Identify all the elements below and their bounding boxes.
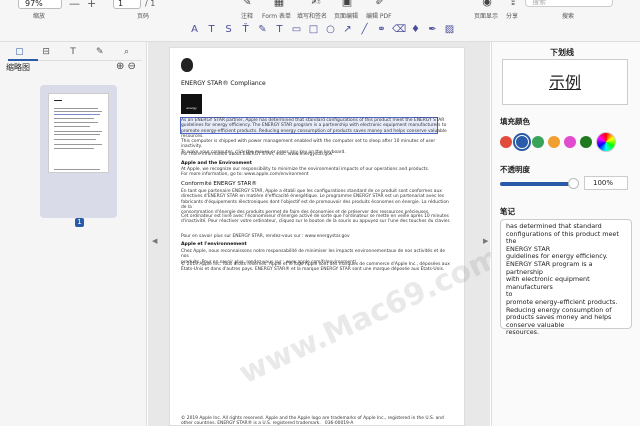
thumbnail-page xyxy=(48,93,109,173)
stamp-tool-icon[interactable]: ♦ xyxy=(409,23,422,36)
doc-paragraph-9: © 2019 Apple Inc. Tous droits réservés. … xyxy=(181,262,450,273)
zoom-select[interactable]: 97% xyxy=(18,0,62,9)
opacity-label: 不透明度 xyxy=(500,165,530,174)
notes-label: 笔记 xyxy=(500,207,515,216)
opacity-select[interactable]: 100% xyxy=(584,176,628,190)
doc-heading: ENERGY STAR® Compliance xyxy=(181,80,266,87)
energy-star-logo-icon: energy xyxy=(181,94,202,114)
style-preview: 示例 xyxy=(502,59,628,105)
collapse-left-icon[interactable]: ◀ xyxy=(152,237,157,245)
fill-sign-tab[interactable]: 填写和签名 xyxy=(297,11,327,20)
notes-textarea[interactable]: has determined that standard configurati… xyxy=(500,219,632,336)
form-icon[interactable]: ▦ xyxy=(272,0,286,8)
signature-tool-icon[interactable]: ✒ xyxy=(426,23,439,36)
color-swatch-darkgreen[interactable] xyxy=(580,136,592,148)
opacity-slider-handle[interactable] xyxy=(568,178,579,189)
doc-paragraph-6: Cet ordinateur est livré avec l'économis… xyxy=(181,214,451,225)
sidebar-tabs: ▢ ⊟ T ✎ ⌕ xyxy=(0,44,146,59)
form-tab[interactable]: Form 表单 xyxy=(262,11,291,20)
thumbnail-zoom-controls[interactable]: ⊕ ⊖ xyxy=(116,61,136,72)
panel-title: 下划线 xyxy=(550,48,574,57)
thumbnails-title: 缩略图 xyxy=(6,63,30,72)
doc-fr-env-heading: Apple et l'environnement xyxy=(181,242,247,247)
opacity-slider[interactable] xyxy=(500,182,576,186)
pen-tool-icon[interactable]: ✎ xyxy=(256,23,269,36)
strikethrough-tool-icon[interactable]: S xyxy=(222,23,235,36)
edit-pdf-tab[interactable]: 编辑 PDF xyxy=(366,11,392,20)
textbox-tool-icon[interactable]: T xyxy=(273,23,286,36)
line-tool-icon[interactable]: ╱ xyxy=(358,23,371,36)
zoom-out-button[interactable]: — xyxy=(69,0,80,10)
annotation-tools: A T S Ť ✎ T ▭ □ ○ ↗ ╱ ⚭ ⌫ ♦ ✒ ▨ xyxy=(188,23,456,38)
edit-page-icon[interactable]: ▣ xyxy=(340,0,354,8)
squiggly-tool-icon[interactable]: Ť xyxy=(239,23,252,36)
doc-paragraph-1: As an ENERGY STAR partner, Apple has det… xyxy=(181,118,447,139)
collapse-right-icon[interactable]: ▶ xyxy=(483,237,488,245)
share-tab[interactable]: 分享 xyxy=(506,11,518,20)
sidebar: ▢ ⊟ T ✎ ⌕ 缩略图 ⊕ ⊖ 1 xyxy=(0,42,147,426)
rectangle-tool-icon[interactable]: □ xyxy=(307,23,320,36)
annotate-icon[interactable]: ✎ xyxy=(240,0,254,8)
color-swatch-magenta[interactable] xyxy=(564,136,576,148)
doc-paragraph-7: Pour en savoir plus sur ENERGY STAR, ren… xyxy=(181,234,350,239)
thumbnail-tab-icon[interactable]: ▢ xyxy=(12,47,26,57)
doc-paragraph-4: At Apple, we recognize our responsibilit… xyxy=(181,167,430,178)
fill-sign-icon[interactable]: ✍ xyxy=(309,0,323,8)
bookmark-tab-icon[interactable]: ⊟ xyxy=(39,47,53,57)
page-input[interactable]: 1 xyxy=(113,0,141,9)
doc-env-heading: Apple and the Environment xyxy=(181,161,252,166)
comment-tool-icon[interactable]: ▭ xyxy=(290,23,303,36)
doc-paragraph-3: For more information about ENERGY STAR, … xyxy=(181,152,333,157)
search-input[interactable]: 搜索 xyxy=(525,0,613,7)
annotation-list-tab-icon[interactable]: ✎ xyxy=(93,47,107,57)
page-display-tab[interactable]: 页面显示 xyxy=(474,11,498,20)
color-swatch-orange[interactable] xyxy=(548,136,560,148)
zoom-controls: — + xyxy=(69,0,96,10)
arrow-tool-icon[interactable]: ↗ xyxy=(341,23,354,36)
page-display-icon[interactable]: ◉ xyxy=(480,0,494,8)
outline-tab-icon[interactable]: T xyxy=(66,47,80,57)
top-toolbar: 97% — + 缩放 1 / 1 页码 ✎ 注释 ▦ Form 表单 ✍ 填写和… xyxy=(0,0,640,42)
highlight-tool-icon[interactable]: A xyxy=(188,23,201,36)
page-label: 页码 xyxy=(137,13,150,20)
eraser-tool-icon[interactable]: ⌫ xyxy=(392,23,406,36)
color-swatch-blue[interactable] xyxy=(513,133,531,151)
color-swatch-green[interactable] xyxy=(532,136,544,148)
color-swatches xyxy=(500,132,616,152)
fill-color-label: 填充颜色 xyxy=(500,117,530,126)
edit-pdf-icon[interactable]: ✐ xyxy=(373,0,387,8)
document-canvas: ENERGY STAR® Compliance energy As an ENE… xyxy=(148,42,505,427)
custom-color-picker-icon[interactable] xyxy=(596,132,616,152)
circle-tool-icon[interactable]: ○ xyxy=(324,23,337,36)
link-tool-icon[interactable]: ⚭ xyxy=(375,23,388,36)
doc-fr-heading: Conformité ENERGY STAR® xyxy=(181,181,257,187)
edit-page-tab[interactable]: 页面编辑 xyxy=(334,11,358,20)
apple-logo-icon xyxy=(181,58,193,72)
active-tab-indicator xyxy=(8,59,38,61)
zoom-label: 缩放 xyxy=(33,13,46,20)
text-tool-icon[interactable]: T xyxy=(205,23,218,36)
search-label: 搜索 xyxy=(562,13,575,20)
color-swatch-red[interactable] xyxy=(500,136,512,148)
annotate-tab[interactable]: 注释 xyxy=(241,11,253,20)
doc-footer: © 2019 Apple Inc. All rights reserved. A… xyxy=(181,416,444,427)
search-tab-icon[interactable]: ⌕ xyxy=(120,47,134,57)
doc-paragraph-5: En tant que partenaire ENERGY STAR, Appl… xyxy=(181,189,449,216)
zoom-in-button[interactable]: + xyxy=(87,0,96,10)
page-total: / 1 xyxy=(145,0,156,8)
properties-panel: 下划线 示例 填充颜色 不透明度 100% 笔记 has determined … xyxy=(491,42,640,426)
image-tool-icon[interactable]: ▨ xyxy=(443,23,456,36)
pdf-page: ENERGY STAR® Compliance energy As an ENE… xyxy=(169,47,505,427)
thumbnail-page-number: 1 xyxy=(75,218,84,227)
page-thumbnail[interactable] xyxy=(40,85,117,218)
share-icon[interactable]: ⇪ xyxy=(506,0,520,8)
